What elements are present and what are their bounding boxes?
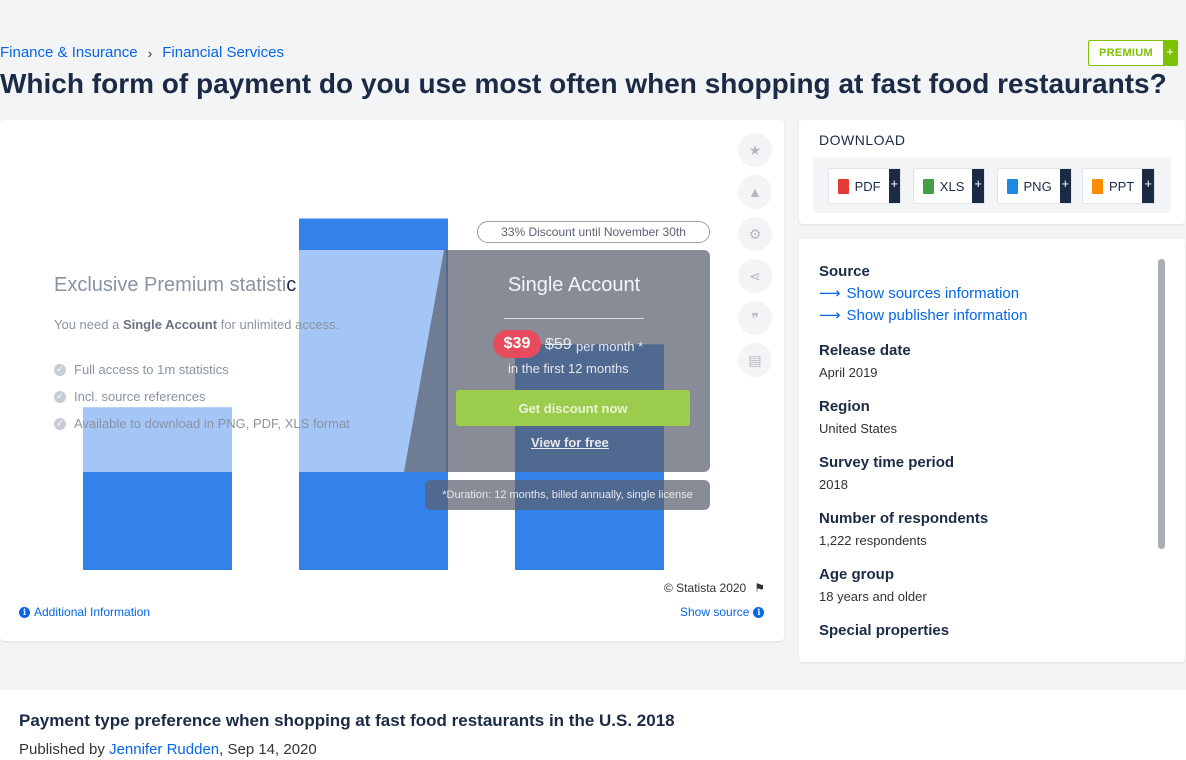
scrollbar-thumb[interactable]	[1158, 259, 1165, 549]
show-sources-link[interactable]: ⟶ Show sources information	[819, 284, 1149, 303]
region-label: Region	[819, 398, 870, 415]
published-by: Published by Jennifer Rudden, Sep 14, 20…	[19, 741, 317, 758]
additional-info-link[interactable]: i Additional Information	[19, 605, 150, 619]
page-title: Which form of payment do you use most of…	[0, 68, 1167, 99]
xls-icon	[923, 178, 934, 194]
check-icon: ✓	[54, 363, 66, 376]
plan-title: Single Account	[507, 274, 641, 296]
release-date-value: April 2019	[819, 365, 878, 380]
quote-icon[interactable]: ❞	[738, 301, 772, 335]
special-properties-group: Special properties	[819, 622, 1149, 639]
release-date-label: Release date	[819, 342, 911, 359]
author-link[interactable]: Jennifer Rudden	[109, 741, 219, 758]
download-buttons: PDF + XLS + PNG + PPT +	[813, 157, 1171, 213]
list-item: ✓ Full access to 1m statistics	[54, 356, 350, 383]
respondents-value: 1,222 respondents	[819, 533, 927, 548]
get-discount-button[interactable]: Get discount now	[456, 390, 690, 426]
duration-note: *Duration: 12 months, billed annually, s…	[425, 480, 710, 510]
flag-icon[interactable]: ⚑	[754, 581, 765, 595]
region-group: Region United States	[819, 398, 1149, 436]
download-ppt-button[interactable]: PPT +	[1082, 168, 1155, 204]
arrow-right-icon: ⟶	[819, 285, 841, 302]
list-item: ✓ Incl. source references	[54, 383, 350, 410]
download-png-button[interactable]: PNG +	[997, 168, 1072, 204]
breadcrumb: Finance & Insurance › Financial Services	[0, 44, 284, 61]
print-icon[interactable]: ▤	[738, 343, 772, 377]
png-icon	[1007, 178, 1018, 194]
info-icon: i	[19, 606, 30, 618]
download-pdf-button[interactable]: PDF +	[828, 168, 901, 204]
region-value: United States	[819, 421, 898, 436]
discount-pill: 33% Discount until November 30th	[477, 221, 710, 243]
age-group: Age group 18 years and older	[819, 566, 1149, 604]
premium-badge[interactable]: PREMIUM +	[1087, 40, 1178, 66]
paywall-title: Exclusive Premium statistic	[54, 274, 297, 296]
premium-plus: +	[1163, 41, 1177, 65]
show-source-link[interactable]: Show source i	[680, 605, 765, 619]
chart-toolbar: ★ ▲ ⚙ ⋖ ❞ ▤	[738, 133, 772, 377]
star-icon[interactable]: ★	[738, 133, 772, 167]
age-group-label: Age group	[819, 566, 894, 583]
survey-period-value: 2018	[819, 477, 848, 492]
bell-icon[interactable]: ▲	[738, 175, 772, 209]
price-new: $39	[493, 330, 541, 358]
release-date-group: Release date April 2019	[819, 342, 1149, 380]
details-scrollbar[interactable]	[1158, 259, 1165, 549]
special-properties-label: Special properties	[819, 622, 950, 639]
download-xls-button[interactable]: XLS +	[913, 168, 985, 204]
pdf-icon	[838, 178, 849, 194]
price-old: $59	[545, 336, 572, 353]
paywall-subtitle: You need a Single Account for unlimited …	[54, 317, 340, 332]
view-free-link[interactable]: View for free	[531, 435, 609, 450]
info-icon: i	[753, 606, 765, 618]
breadcrumb-item-finance[interactable]: Finance & Insurance	[0, 44, 138, 61]
age-group-value: 18 years and older	[819, 589, 927, 604]
price-per: per month *	[576, 339, 644, 354]
top-bar	[0, 0, 1186, 40]
copyright: © Statista 2020 ⚑	[664, 581, 765, 595]
statistic-details: Source ⟶ Show sources information ⟶ Show p…	[819, 263, 1149, 657]
source-label: Source	[819, 263, 870, 280]
survey-period-label: Survey time period	[819, 454, 955, 471]
arrow-right-icon: ⟶	[819, 307, 841, 324]
download-heading: DOWNLOAD	[819, 132, 906, 148]
paywall-features: ✓ Full access to 1m statistics ✓ Incl. sou…	[54, 356, 350, 437]
list-item: ✓ Available to download in PNG, PDF, XLS …	[54, 410, 350, 437]
premium-label: PREMIUM	[1098, 47, 1153, 59]
check-icon: ✓	[54, 417, 66, 430]
survey-period-group: Survey time period 2018	[819, 454, 1149, 492]
download-card: DOWNLOAD PDF + XLS + PNG + PPT +	[799, 120, 1185, 224]
divider	[504, 318, 644, 319]
price-note: in the first 12 months	[508, 361, 629, 376]
respondents-label: Number of respondents	[819, 510, 989, 527]
statistic-details-card: Source ⟶ Show sources information ⟶ Show p…	[799, 239, 1185, 662]
paywall-overlay: Exclusive Premium statistic You need a S…	[34, 250, 710, 472]
show-publisher-link[interactable]: ⟶ Show publisher information	[819, 306, 1149, 325]
respondents-group: Number of respondents 1,222 respondents	[819, 510, 1149, 548]
source-group: Source ⟶ Show sources information ⟶ Show p…	[819, 263, 1149, 324]
share-icon[interactable]: ⋖	[738, 259, 772, 293]
check-icon: ✓	[54, 390, 66, 403]
gear-icon[interactable]: ⚙	[738, 217, 772, 251]
breadcrumb-item-financial-services[interactable]: Financial Services	[162, 44, 284, 61]
ppt-icon	[1092, 178, 1103, 194]
statistic-summary: Payment type preference when shopping at…	[0, 690, 1186, 760]
statistic-title: Payment type preference when shopping at…	[19, 711, 675, 730]
breadcrumb-separator: ›	[147, 44, 153, 61]
